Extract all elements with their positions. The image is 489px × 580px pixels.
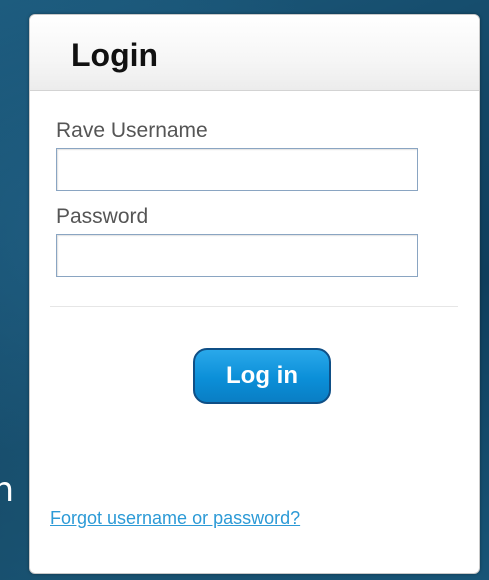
- background-partial-text: n: [0, 470, 14, 510]
- login-panel-header: Login: [30, 15, 479, 91]
- password-label: Password: [56, 205, 149, 228]
- forgot-credentials-link[interactable]: Forgot username or password?: [50, 507, 300, 529]
- divider: [50, 306, 458, 307]
- username-input[interactable]: [56, 148, 418, 191]
- login-button[interactable]: Log in: [193, 348, 331, 404]
- username-label: Rave Username: [56, 119, 208, 142]
- password-input[interactable]: [56, 234, 418, 277]
- login-panel: Login Rave Username Password Log in Forg…: [29, 14, 480, 574]
- login-title: Login: [71, 37, 159, 73]
